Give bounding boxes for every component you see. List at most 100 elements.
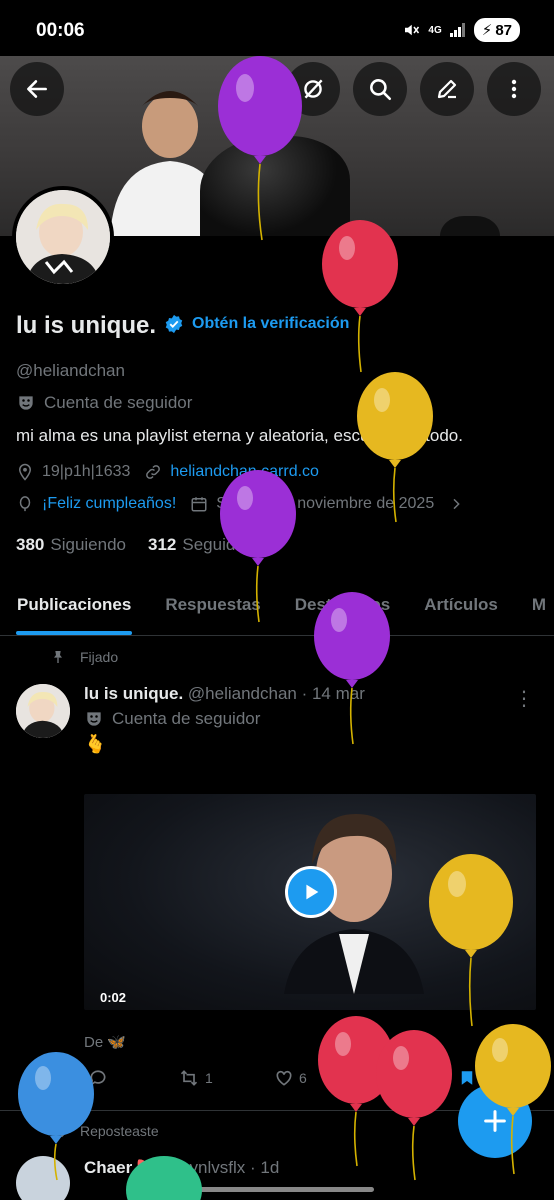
status-icons: 4G ⚡ 87 xyxy=(402,18,520,42)
post-author-avatar[interactable] xyxy=(16,684,70,738)
tab-posts-label: Publicaciones xyxy=(17,595,132,614)
pin-icon xyxy=(54,651,62,663)
reposted-label: Reposteaste xyxy=(80,1123,159,1139)
compose-post-button[interactable] xyxy=(458,1084,532,1158)
views-count: 4,4k xyxy=(389,1070,416,1086)
avatar-image xyxy=(16,190,110,284)
edit-button[interactable] xyxy=(420,62,474,116)
profile-website-link[interactable]: heliandchan.carrd.co xyxy=(170,463,319,481)
tab-posts[interactable]: Publicaciones xyxy=(0,576,148,635)
post-header: Chaer 🎀 @hynlvsflx · 1d xyxy=(84,1158,279,1178)
repost-button[interactable]: 1 xyxy=(178,1068,213,1088)
bookmark-button[interactable] xyxy=(458,1068,476,1088)
balloon xyxy=(322,220,398,373)
balloon xyxy=(376,1030,452,1181)
theater-mask-icon xyxy=(87,712,101,726)
search-icon xyxy=(370,79,392,101)
post-more-button[interactable]: ⋮ xyxy=(514,686,534,711)
repost-count: 1 xyxy=(205,1070,213,1086)
video-play-button[interactable] xyxy=(285,866,337,918)
edit-icon xyxy=(437,79,457,99)
location-pin-icon xyxy=(18,463,32,481)
signal-icon xyxy=(449,23,465,37)
tab-highlights[interactable]: Destacados xyxy=(278,576,407,635)
arrow-left-icon xyxy=(27,80,47,98)
profile-location: 19|p1h|1633 xyxy=(42,463,131,480)
grok-button[interactable] xyxy=(286,62,340,116)
reply-button[interactable] xyxy=(88,1068,108,1088)
post-account-type-text: Cuenta de seguidor xyxy=(112,709,261,728)
views-icon xyxy=(366,1070,381,1085)
birthday-link[interactable]: ¡Feliz cumpleaños! xyxy=(42,495,176,513)
tab-media-label: M xyxy=(531,595,547,614)
link-icon xyxy=(146,465,161,479)
pinned-indicator: Fijado xyxy=(50,649,118,665)
post-author-avatar[interactable] xyxy=(16,1156,70,1200)
video-duration: 0:02 xyxy=(100,990,127,1005)
reply-icon xyxy=(90,1070,106,1087)
followers-link[interactable]: 312 Seguidores xyxy=(148,535,268,555)
get-verified-label: Obtén la verificación xyxy=(192,315,350,332)
profile-meta-row-2: ¡Feliz cumpleaños! Se unió en noviembre … xyxy=(16,495,464,513)
chevron-right-icon[interactable] xyxy=(448,496,464,512)
tab-media[interactable]: M xyxy=(515,576,554,635)
play-icon xyxy=(306,884,319,900)
post-header: lu is unique. @heliandchan · 14 mar xyxy=(84,684,365,704)
like-button[interactable]: 6 xyxy=(274,1068,307,1088)
post-author-name[interactable]: Chaer xyxy=(84,1158,132,1177)
tab-articles-label: Artículos xyxy=(424,595,498,614)
profile-joined-date: Se unió en noviembre de 2025 xyxy=(216,495,435,512)
tab-articles[interactable]: Artículos xyxy=(407,576,515,635)
repost-icon xyxy=(51,1124,65,1138)
battery-indicator: ⚡ 87 xyxy=(473,18,520,42)
profile-display-name: lu is unique. xyxy=(16,312,157,339)
tab-replies-label: Respuestas xyxy=(165,595,261,614)
post-actions: 1 6 4,4k xyxy=(84,1068,534,1098)
follow-stats: 380 Siguiendo 312 Seguidores xyxy=(16,535,268,555)
tab-highlights-label: Destacados xyxy=(294,595,391,614)
balloon-icon xyxy=(19,496,31,512)
theater-mask-icon xyxy=(19,396,33,410)
reposted-indicator: Reposteaste xyxy=(50,1123,159,1139)
mute-icon xyxy=(405,24,420,36)
post-account-type: Cuenta de seguidor xyxy=(84,709,260,729)
following-link[interactable]: 380 Siguiendo xyxy=(16,535,126,555)
like-count: 6 xyxy=(299,1070,307,1086)
bookmark-icon xyxy=(461,1071,473,1085)
post-author-handle: @heliandchan xyxy=(187,684,297,703)
status-bar: 00:06 4G ⚡ 87 xyxy=(0,0,554,56)
tab-replies[interactable]: Respuestas xyxy=(148,576,277,635)
network-type: 4G xyxy=(428,24,442,36)
profile-bio: mi alma es una playlist eterna y aleator… xyxy=(16,426,463,445)
followers-count: 312 xyxy=(148,535,177,554)
profile-avatar[interactable] xyxy=(12,186,114,288)
verified-badge-icon xyxy=(165,314,183,334)
post-date: · 1d xyxy=(250,1158,280,1177)
home-indicator[interactable] xyxy=(180,1187,374,1192)
post-caption: De 🦋 xyxy=(84,1034,127,1051)
profile-meta-row-1: 19|p1h|1633 heliandchan.carrd.co xyxy=(16,463,319,481)
repost-icon xyxy=(180,1070,198,1086)
verified-ribbon-icon: 🎀 xyxy=(136,1158,159,1177)
views-button[interactable]: 4,4k xyxy=(364,1068,415,1088)
post-date: · 14 mar xyxy=(301,684,365,703)
profile-tabs: Publicaciones Respuestas Destacados Artí… xyxy=(0,576,554,636)
heart-icon xyxy=(276,1070,292,1086)
profile-handle: @heliandchan xyxy=(16,361,125,380)
back-button[interactable] xyxy=(10,62,64,116)
grok-icon xyxy=(304,79,323,99)
calendar-icon xyxy=(191,497,207,512)
battery-level: 87 xyxy=(495,21,512,39)
get-verified-button[interactable]: Obtén la verificación xyxy=(164,314,349,334)
status-time: 00:06 xyxy=(36,20,85,41)
followers-label: Seguidores xyxy=(182,535,269,554)
plus-icon xyxy=(484,1110,506,1132)
more-options-button[interactable] xyxy=(487,62,541,116)
search-button[interactable] xyxy=(353,62,407,116)
account-type-text: Cuenta de seguidor xyxy=(44,393,193,412)
post-author-name[interactable]: lu is unique. xyxy=(84,684,183,703)
post-avatar-image xyxy=(16,684,70,738)
pinned-label: Fijado xyxy=(80,649,119,665)
banner-boot-image xyxy=(440,216,500,236)
banner-cloak-image xyxy=(200,136,350,236)
